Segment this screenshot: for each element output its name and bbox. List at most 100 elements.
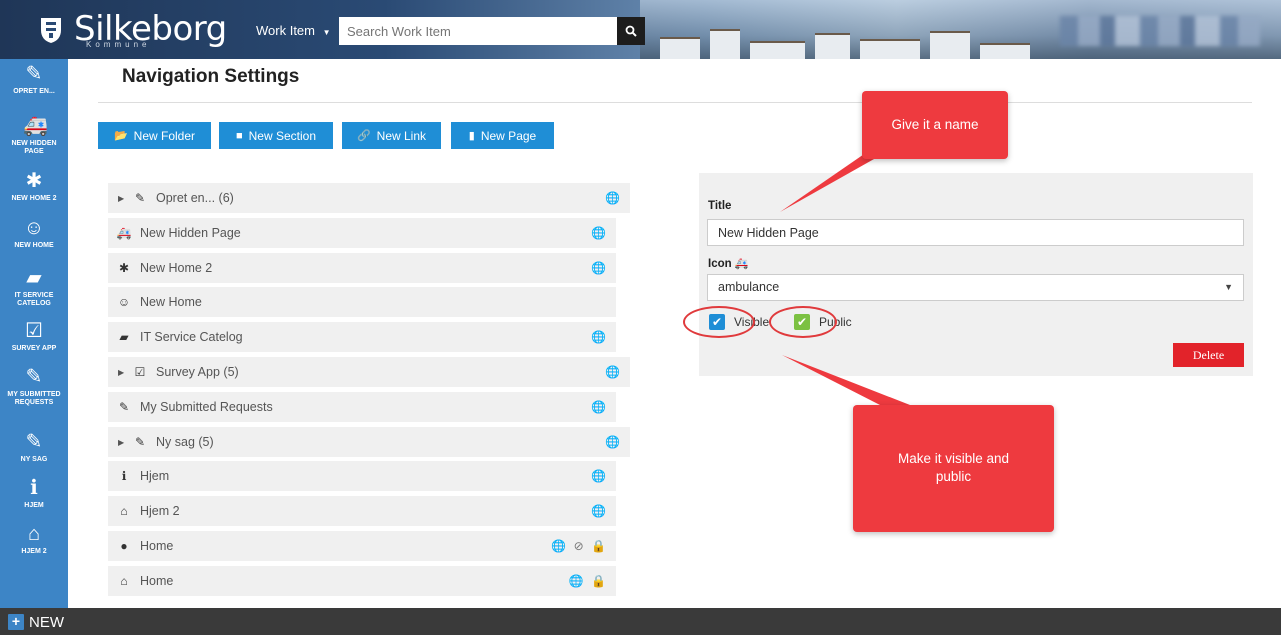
tree-row-label: Home	[140, 539, 174, 553]
work-item-label: Work Item	[256, 23, 315, 38]
sidebar-item[interactable]: ✎ MY SUBMITTED REQUESTS	[0, 362, 68, 427]
tree-row[interactable]: ⌂ Hjem 2 🌐	[108, 496, 616, 526]
tree-row[interactable]: ✱ New Home 2 🌐	[108, 253, 616, 283]
tree-row-label: Opret en... (6)	[156, 191, 234, 205]
pencil-icon: ✎	[134, 435, 146, 449]
sidebar-item-label: NEW HOME	[14, 242, 54, 249]
sidebar-item-label: OPRET EN...	[13, 88, 55, 95]
tree-row[interactable]: ℹ Hjem 🌐	[108, 461, 616, 491]
search-input[interactable]	[339, 17, 617, 45]
logo-subtitle: Kommune	[86, 40, 151, 49]
tree-row-label: Survey App (5)	[156, 365, 239, 379]
sidebar-item[interactable]: 🚑 NEW HIDDEN PAGE	[0, 111, 68, 166]
caret-down-icon: ▼	[322, 28, 331, 37]
check-square-icon: ☑	[25, 320, 43, 342]
edit-icon: ✎	[118, 400, 130, 414]
tree-row[interactable]: ⌂ Home 🌐 🔒	[108, 566, 616, 596]
file-icon: ▮	[468, 130, 475, 142]
tree-row[interactable]: ● Home 🌐 ⊘ 🔒	[108, 531, 616, 561]
book-icon: ▰	[119, 330, 129, 344]
smile-icon: ☺	[23, 217, 45, 239]
ambulance-icon: 🚑	[734, 258, 749, 270]
search-button[interactable]	[617, 17, 645, 45]
edit-icon: ✎	[25, 366, 43, 388]
sidebar-item-label: SURVEY APP	[11, 345, 57, 352]
tree-row-label: Hjem	[140, 469, 170, 483]
new-page-label: New Page	[480, 128, 537, 143]
sidebar-item[interactable]: ✎ OPRET EN...	[0, 59, 68, 111]
new-label: NEW	[29, 613, 64, 631]
sidebar-item-label: MY SUBMITTED REQUESTS	[7, 391, 61, 406]
new-button[interactable]: + NEW	[8, 612, 64, 632]
ambulance-icon: 🚑	[116, 226, 132, 240]
status-icons: 🌐 🔒	[568, 574, 608, 588]
status-icons: 🌐	[591, 330, 608, 344]
top-bar: Silkeborg Kommune Work Item ▼	[0, 0, 1281, 59]
divider	[98, 102, 1252, 103]
info-icon: ℹ	[30, 477, 38, 499]
public-highlight-ring	[769, 306, 837, 338]
tree-row[interactable]: ▶ ✎ Opret en... (6) 🌐	[108, 183, 630, 213]
visible-highlight-ring	[683, 306, 755, 338]
plus-icon: +	[8, 614, 24, 630]
info-icon: ℹ	[121, 469, 127, 483]
new-link-button[interactable]: 🔗 New Link	[342, 122, 441, 149]
status-icons: 🌐 ⊘ 🔒	[551, 539, 608, 553]
tree-row[interactable]: ✎ My Submitted Requests 🌐	[108, 392, 616, 422]
pencil-icon: ✎	[25, 431, 43, 453]
icon-select[interactable]: ambulance ▼	[707, 274, 1244, 301]
new-section-button[interactable]: ■ New Section	[219, 122, 333, 149]
tree-row-label: New Home	[140, 295, 202, 309]
status-icons: 🌐	[605, 365, 622, 379]
caret-right-icon[interactable]: ▶	[118, 438, 124, 447]
icon-select-value: ambulance	[718, 280, 780, 294]
tree-row[interactable]: ▶ ✎ Ny sag (5) 🌐	[108, 427, 630, 457]
check-square-icon: ☑	[134, 365, 146, 379]
callout-give-name: Give it a name	[862, 91, 1008, 159]
new-page-button[interactable]: ▮ New Page	[451, 122, 554, 149]
status-icons: 🌐	[605, 435, 622, 449]
bomb-icon: ●	[120, 539, 128, 553]
chevron-down-icon: ▼	[1224, 282, 1233, 292]
caret-right-icon[interactable]: ▶	[118, 368, 124, 377]
crest-icon	[41, 18, 61, 43]
smile-icon: ☺	[117, 295, 131, 309]
new-folder-label: New Folder	[133, 128, 196, 143]
folder-icon: ■	[235, 129, 243, 142]
sidebar-item-label: NEW HIDDEN PAGE	[11, 140, 57, 155]
delete-button[interactable]: Delete	[1173, 343, 1244, 367]
caret-right-icon[interactable]: ▶	[118, 194, 124, 203]
pencil-icon: ✎	[134, 191, 146, 205]
home-icon: ⌂	[120, 574, 128, 588]
tree-row[interactable]: ▶ ☑ Survey App (5) 🌐	[108, 357, 630, 387]
tree-row-label: Hjem 2	[140, 504, 180, 518]
title-label: Title	[708, 200, 732, 212]
sidebar-item-label: NY SAG	[20, 456, 48, 463]
sidebar-item[interactable]: ℹ HJEM	[0, 473, 68, 519]
sidebar-item[interactable]: ⌂ HJEM 2	[0, 519, 68, 568]
tree-row[interactable]: ☺ New Home	[108, 287, 616, 317]
sidebar-item[interactable]: ✱ NEW HOME 2	[0, 166, 68, 213]
sidebar-item-label: HJEM 2	[21, 548, 47, 555]
tree-row[interactable]: 🚑 New Hidden Page 🌐	[108, 218, 616, 248]
icon-label: Icon 🚑	[708, 258, 749, 270]
work-item-dropdown[interactable]: Work Item ▼	[246, 17, 341, 45]
folder-open-icon: 📂	[113, 130, 128, 142]
sidebar: ✎ OPRET EN... 🚑 NEW HIDDEN PAGE ✱ NEW HOME 2 ☺…	[0, 59, 68, 608]
tree-row-label: Home	[140, 574, 174, 588]
title-input[interactable]	[707, 219, 1244, 246]
sidebar-item[interactable]: ☑ SURVEY APP	[0, 316, 68, 362]
bottom-bar: + NEW	[0, 608, 1281, 635]
sidebar-item[interactable]: ☺ NEW HOME	[0, 213, 68, 263]
new-folder-button[interactable]: 📂 New Folder	[98, 122, 211, 149]
tree-row-label: My Submitted Requests	[140, 400, 273, 414]
sidebar-item-label: NEW HOME 2	[11, 195, 57, 202]
home-icon: ⌂	[27, 523, 41, 545]
asterisk-icon: ✱	[25, 170, 43, 192]
tree-row[interactable]: ▰ IT Service Catelog 🌐	[108, 322, 616, 352]
sidebar-item[interactable]: ▰ IT SERVICE CATELOG	[0, 263, 68, 316]
sidebar-item[interactable]: ✎ NY SAG	[0, 427, 68, 473]
status-icons: 🌐	[591, 469, 608, 483]
callout-visible-public: Make it visible and public	[853, 405, 1054, 532]
pencil-icon: ✎	[25, 63, 43, 85]
